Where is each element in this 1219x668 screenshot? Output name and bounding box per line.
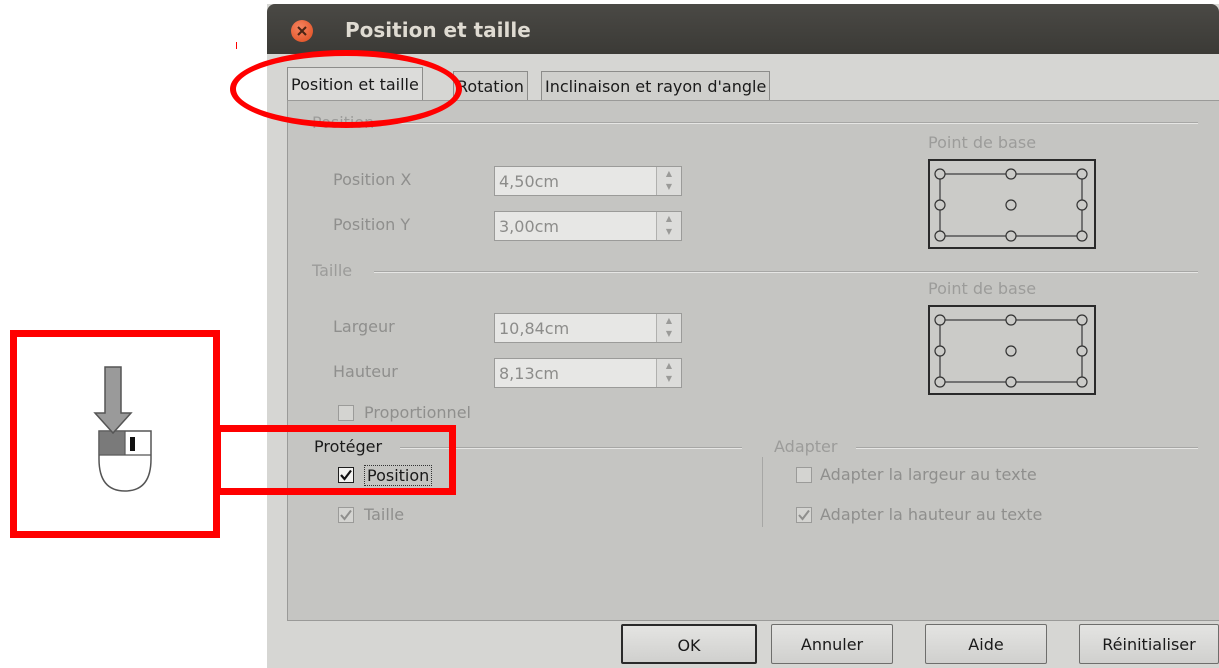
base-point-label: Point de base bbox=[928, 133, 1037, 152]
size-group-label: Taille bbox=[312, 261, 353, 280]
checkmark-icon bbox=[798, 509, 810, 521]
height-value: 8,13cm bbox=[499, 364, 560, 383]
height-label: Hauteur bbox=[333, 362, 398, 381]
mouse-left-click-icon bbox=[93, 366, 152, 492]
cancel-button[interactable]: Annuler bbox=[771, 624, 893, 664]
adapt-group-label: Adapter bbox=[774, 437, 838, 456]
tab-content: Position Position X 4,50cm ▲ ▼ Position Y… bbox=[287, 100, 1219, 621]
position-x-label: Position X bbox=[333, 170, 412, 189]
width-spinner[interactable]: ▲ ▼ bbox=[656, 314, 681, 342]
protect-size-label: Taille bbox=[364, 505, 405, 524]
close-icon bbox=[297, 26, 307, 36]
fit-height-label: Adapter la hauteur au texte bbox=[820, 505, 1043, 524]
width-label: Largeur bbox=[333, 317, 395, 336]
spin-down-icon[interactable]: ▼ bbox=[661, 373, 677, 385]
close-button[interactable] bbox=[291, 20, 313, 42]
ok-button[interactable]: OK bbox=[621, 624, 757, 664]
red-mark bbox=[236, 42, 237, 49]
base-point-selector[interactable] bbox=[928, 305, 1096, 395]
spin-up-icon[interactable]: ▲ bbox=[661, 213, 677, 225]
position-y-field[interactable]: 3,00cm ▲ ▼ bbox=[494, 211, 682, 241]
fit-width-label: Adapter la largeur au texte bbox=[820, 465, 1037, 484]
title-bar: Position et taille bbox=[267, 4, 1219, 54]
width-value: 10,84cm bbox=[499, 319, 570, 338]
position-y-label: Position Y bbox=[333, 215, 411, 234]
highlight-oval bbox=[230, 50, 462, 128]
dialog-title: Position et taille bbox=[345, 18, 531, 42]
spin-down-icon[interactable]: ▼ bbox=[661, 181, 677, 193]
mouse-hint-box bbox=[10, 330, 220, 538]
position-x-spinner[interactable]: ▲ ▼ bbox=[656, 167, 681, 195]
checkmark-icon bbox=[340, 509, 352, 521]
tab-slant-corner-radius[interactable]: Inclinaison et rayon d'angle bbox=[541, 71, 771, 101]
width-field[interactable]: 10,84cm ▲ ▼ bbox=[494, 313, 682, 343]
spin-up-icon[interactable]: ▲ bbox=[661, 360, 677, 372]
position-x-field[interactable]: 4,50cm ▲ ▼ bbox=[494, 166, 682, 196]
base-point-selector[interactable] bbox=[928, 159, 1096, 249]
base-point-grid-icon bbox=[934, 168, 1088, 242]
fit-width-checkbox[interactable] bbox=[796, 467, 812, 483]
spin-down-icon[interactable]: ▼ bbox=[661, 226, 677, 238]
fit-height-checkbox[interactable] bbox=[796, 507, 812, 523]
divider bbox=[856, 447, 1198, 449]
proportional-checkbox[interactable] bbox=[338, 405, 354, 421]
height-spinner[interactable]: ▲ ▼ bbox=[656, 359, 681, 387]
base-point-label: Point de base bbox=[928, 279, 1037, 298]
proportional-label: Proportionnel bbox=[364, 403, 471, 422]
height-field[interactable]: 8,13cm ▲ ▼ bbox=[494, 358, 682, 388]
tab-rotation[interactable]: Rotation bbox=[453, 71, 528, 101]
highlight-box bbox=[214, 425, 456, 495]
spin-down-icon[interactable]: ▼ bbox=[661, 328, 677, 340]
spin-up-icon[interactable]: ▲ bbox=[661, 168, 677, 180]
protect-size-checkbox[interactable] bbox=[338, 507, 354, 523]
base-point-grid-icon bbox=[934, 314, 1088, 388]
position-y-value: 3,00cm bbox=[499, 217, 560, 236]
divider bbox=[762, 457, 763, 527]
position-y-spinner[interactable]: ▲ ▼ bbox=[656, 212, 681, 240]
spin-up-icon[interactable]: ▲ bbox=[661, 315, 677, 327]
divider bbox=[374, 271, 1198, 273]
position-x-value: 4,50cm bbox=[499, 172, 560, 191]
divider bbox=[398, 122, 1198, 124]
reset-button[interactable]: Réinitialiser bbox=[1079, 624, 1219, 664]
help-button[interactable]: Aide bbox=[925, 624, 1047, 664]
